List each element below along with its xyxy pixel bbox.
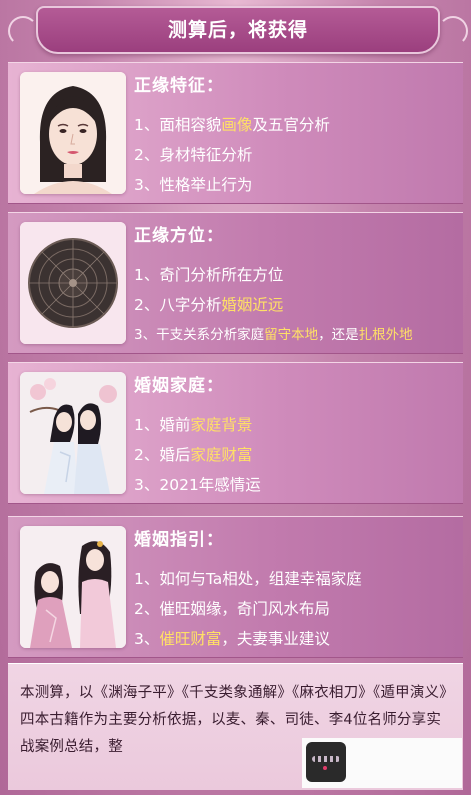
list-item: 3、催旺财富，夫妻事业建议 (134, 630, 330, 648)
couple-illustration-image (20, 372, 126, 494)
panel-marriage-family: 婚姻家庭： 1、婚前家庭背景 2、婚后家庭财富 3、2021年感情运 (8, 362, 463, 504)
list-item: 1、面相容貌画像及五官分析 (134, 116, 330, 134)
list-item: 3、性格举止行为 (134, 176, 253, 194)
list-item: 1、如何与Ta相处，组建幸福家庭 (134, 570, 362, 588)
chat-avatar-icon[interactable] (306, 742, 346, 782)
luopan-compass-image (20, 222, 126, 344)
list-item: 3、2021年感情运 (134, 476, 261, 494)
panel-marriage-guidance: 婚姻指引： 1、如何与Ta相处，组建幸福家庭 2、催旺姻缘，奇门风水布局 3、催… (8, 516, 463, 658)
panel-title: 正缘特征： (134, 76, 224, 96)
list-item: 2、婚后家庭财富 (134, 446, 253, 464)
women-illustration-image (20, 526, 126, 648)
portrait-face-image (20, 72, 126, 194)
list-item: 1、奇门分析所在方位 (134, 266, 284, 284)
list-item: 2、身材特征分析 (134, 146, 253, 164)
section-title: 测算后，将获得 (167, 19, 308, 41)
list-item: 2、八字分析婚姻近远 (134, 296, 284, 314)
list-item: 1、婚前家庭背景 (134, 416, 253, 434)
panel-title: 正缘方位： (134, 226, 224, 246)
panel-title: 婚姻家庭： (134, 376, 224, 396)
section-header: 测算后，将获得 (8, 6, 468, 54)
panel-partner-features: 正缘特征： 1、面相容貌画像及五官分析 2、身材特征分析 3、性格举止行为 (8, 62, 463, 204)
panel-partner-direction: 正缘方位： 1、奇门分析所在方位 2、八字分析婚姻近远 3、干支关系分析家庭留守… (8, 212, 463, 354)
list-item: 3、干支关系分析家庭留守本地，还是扎根外地 (134, 327, 413, 343)
list-item: 2、催旺姻缘，奇门风水布局 (134, 600, 330, 618)
panel-title: 婚姻指引： (134, 530, 224, 550)
